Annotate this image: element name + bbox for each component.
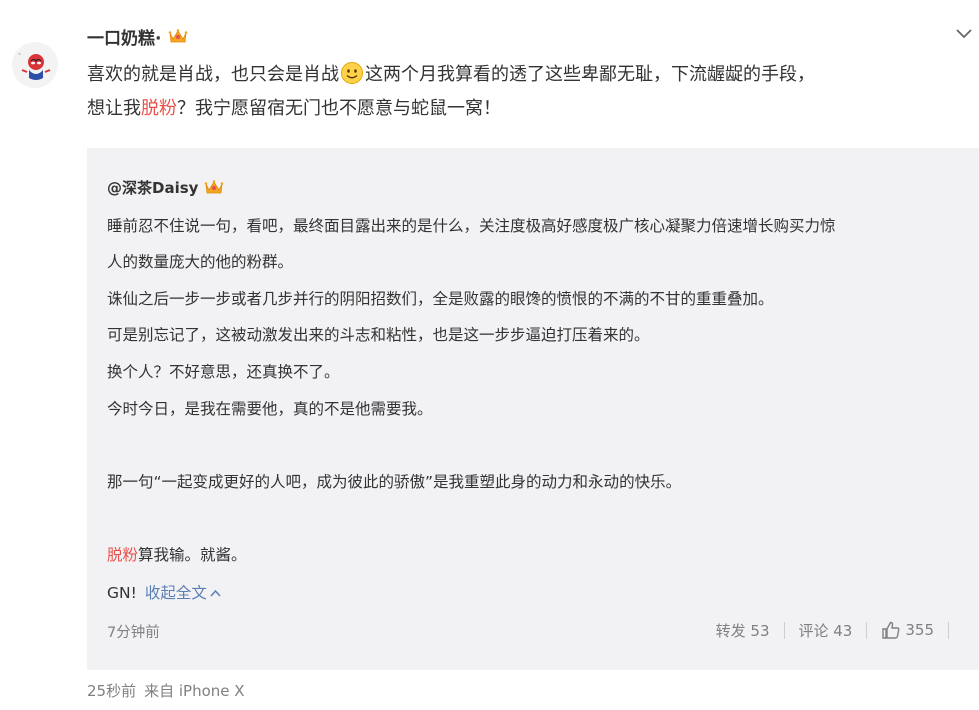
comment-label: 评论 43: [798, 621, 853, 640]
divider: [866, 621, 868, 639]
avatar[interactable]: ~: [12, 42, 58, 88]
quoted-text-line: 可是别忘记了，这被动激发出来的斗志和粘性，也是这一步步逼迫打压着来的。: [107, 326, 650, 344]
username[interactable]: 一口奶糕·: [87, 24, 161, 49]
smiley-icon: [340, 61, 364, 85]
repost-label: 转发 53: [715, 621, 770, 640]
post-footer: 25秒前 来自 iPhone X: [87, 680, 245, 701]
post-source: 来自 iPhone X: [144, 682, 245, 700]
quoted-text-line: 今时今日，是我在需要他，真的不是他需要我。: [107, 400, 433, 418]
collapse-label: 收起全文: [144, 584, 207, 602]
like-button[interactable]: 355: [881, 620, 934, 640]
quoted-text-line: 诛仙之后一步一步或者几步并行的阴阳招数们，全是败露的眼馋的愤恨的不满的不甘的重重…: [107, 290, 774, 308]
quoted-text-line: 脱粉算我输。就酱。: [107, 543, 247, 565]
like-count: 355: [905, 621, 934, 639]
crown-icon[interactable]: [167, 26, 189, 46]
divider: [783, 621, 785, 639]
quoted-text-line: GN! 收起全文: [107, 581, 221, 603]
quoted-post: @深茶Daisy 睡前忍不住说一句，看吧，最终面目露出来的是什么，关注度极高好感…: [87, 148, 979, 670]
quoted-text-line: 换个人？不好意思，还真换不了。: [107, 363, 340, 381]
quoted-username[interactable]: @深茶Daisy: [107, 177, 198, 198]
comment-button[interactable]: 评论 43: [799, 620, 853, 641]
post-text-part2: 这两个月我算看的透了这些卑鄙无耻，下流龌龊的手段，: [365, 64, 815, 85]
svg-text:~: ~: [18, 52, 21, 58]
quoted-text-line: 那一句“一起变成更好的人吧，成为彼此的骄傲”是我重塑此身的动力和永动的快乐。: [107, 473, 682, 491]
repost-button[interactable]: 转发 53: [716, 620, 770, 641]
quoted-text-line: 人的数量庞大的他的粉群。: [107, 253, 294, 271]
post-text-part4: ？我宁愿留宿无门也不愿意与蛇鼠一窝！: [177, 98, 501, 119]
hashtag-link[interactable]: 脱粉: [107, 546, 138, 564]
avatar-spiderman-icon: ~: [12, 42, 58, 88]
quoted-header: @深茶Daisy: [107, 175, 225, 199]
quoted-gn: GN!: [107, 584, 137, 602]
post-text: 喜欢的就是肖战，也只会是肖战 这两个月我算看的透了这些卑鄙无耻，下流龌龊的手段， …: [87, 58, 957, 126]
post-text-part1: 喜欢的就是肖战，也只会是肖战: [87, 64, 339, 85]
divider: [948, 621, 949, 639]
chevron-up-icon: [210, 583, 221, 597]
collapse-button[interactable]: 收起全文: [145, 584, 221, 602]
post-text-part3: 想让我: [87, 98, 141, 119]
quoted-text-tail: 算我输。就酱。: [138, 546, 247, 564]
crown-icon[interactable]: [203, 177, 225, 197]
chevron-down-icon[interactable]: [955, 26, 973, 40]
hashtag-link[interactable]: 脱粉: [141, 98, 177, 119]
thumb-up-icon: [881, 620, 901, 640]
post-timestamp[interactable]: 25秒前: [87, 682, 136, 700]
quoted-text-line: 睡前忍不住说一句，看吧，最终面目露出来的是什么，关注度极高好感度极广核心凝聚力倍…: [107, 217, 836, 235]
post-header: 一口奶糕·: [87, 23, 189, 49]
quoted-timestamp[interactable]: 7分钟前: [107, 621, 160, 642]
quoted-actions: 转发 53 评论 43 355: [716, 618, 963, 642]
